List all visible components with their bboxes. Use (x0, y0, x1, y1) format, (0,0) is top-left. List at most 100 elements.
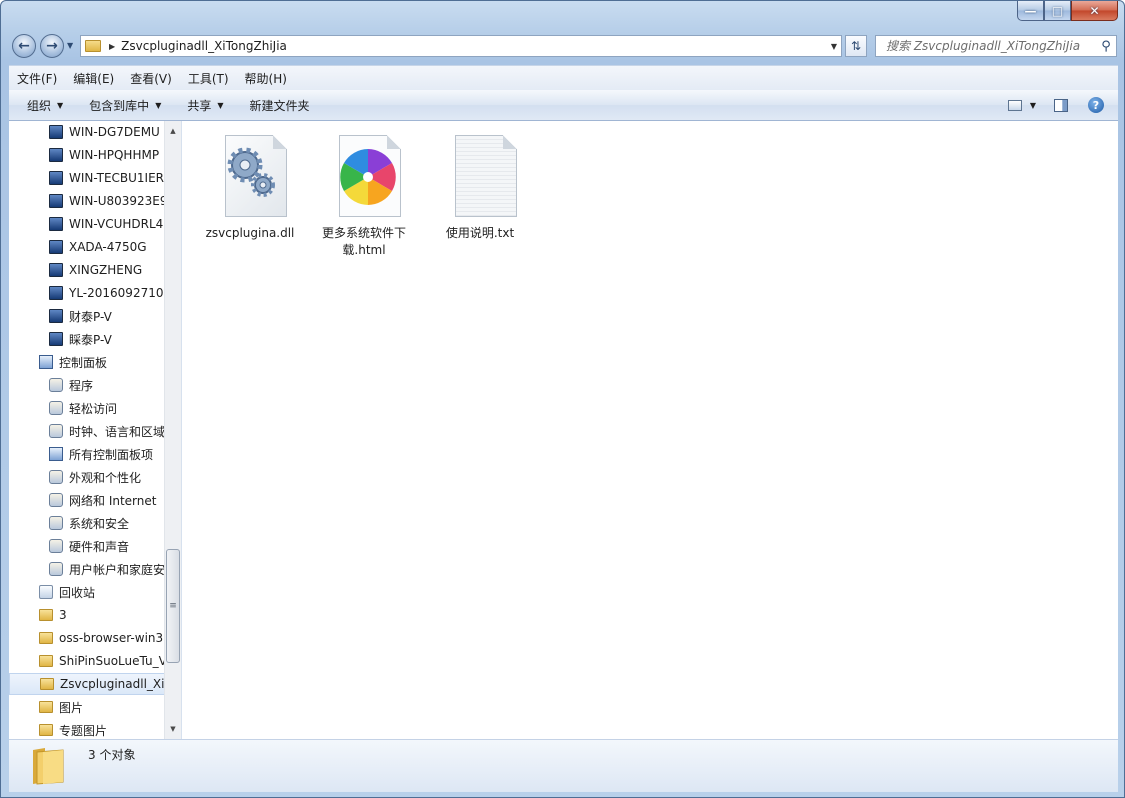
tree-item-caitai-p-v[interactable]: 财泰P-V (49, 305, 181, 327)
control-panel-icon (39, 355, 53, 369)
tree-item-pictures[interactable]: 图片 (39, 696, 181, 718)
refresh-button[interactable]: ⇅ (845, 35, 867, 57)
address-dropdown-icon[interactable]: ▼ (831, 42, 837, 51)
folder-icon (39, 632, 53, 644)
tree-item-ease-of-access[interactable]: 轻松访问 (49, 397, 181, 419)
include-in-library-button[interactable]: 包含到库中 ▼ (81, 97, 169, 114)
tree-item-network-internet[interactable]: 网络和 Internet (49, 489, 181, 511)
tree-item-win-u803923e9[interactable]: WIN-U803923E9 (49, 190, 181, 212)
tree-item-label: oss-browser-win3 (59, 631, 164, 645)
nav-pane-scrollbar[interactable]: ▲ ≡ ▼ (164, 121, 181, 739)
tree-item-zsvcpluginadll[interactable]: Zsvcpluginadll_XiT (9, 673, 167, 695)
file-item-txt[interactable]: 使用说明.txt (432, 129, 528, 242)
scrollbar-thumb[interactable]: ≡ (166, 549, 180, 663)
recycle-bin-icon (39, 585, 53, 599)
help-icon[interactable]: ? (1088, 97, 1104, 113)
minimize-button[interactable]: — (1017, 1, 1044, 21)
computer-icon (49, 286, 63, 300)
tree-item-appearance[interactable]: 外观和个性化 (49, 466, 181, 488)
folder-icon (39, 724, 53, 736)
folder-icon (40, 678, 54, 690)
back-button[interactable]: ← (12, 34, 36, 58)
maximize-button[interactable]: □ (1044, 1, 1071, 21)
address-path[interactable]: Zsvcpluginadll_XiTongZhiJia (121, 39, 287, 53)
search-box[interactable]: ⚲ (875, 35, 1117, 57)
computer-icon (49, 263, 63, 277)
share-button[interactable]: 共享 ▼ (179, 97, 231, 114)
tree-item-programs[interactable]: 程序 (49, 374, 181, 396)
breadcrumb-chevron-icon[interactable]: ▶ (109, 42, 115, 51)
computer-icon (49, 309, 63, 323)
folder-icon (33, 748, 64, 785)
organize-button[interactable]: 组织 ▼ (19, 97, 71, 114)
scroll-up-arrow-icon[interactable]: ▲ (165, 123, 181, 139)
tree-item-shipinsuoluetu[interactable]: ShiPinSuoLueTu_V (39, 650, 181, 672)
tree-item-label: 睬泰P-V (69, 332, 112, 347)
tree-item-user-accounts[interactable]: 用户帐户和家庭安 (49, 558, 181, 580)
scroll-down-arrow-icon[interactable]: ▼ (165, 721, 181, 737)
chevron-down-icon: ▼ (57, 100, 64, 110)
tree-item-label: WIN-TECBU1IER (69, 171, 165, 185)
tree-item-label: 系统和安全 (69, 516, 130, 531)
tree-item-folder-3[interactable]: 3 (39, 604, 181, 626)
new-folder-button[interactable]: 新建文件夹 (242, 97, 318, 114)
search-input[interactable] (884, 38, 1096, 54)
chevron-down-icon: ▼ (155, 100, 162, 110)
menu-bar: 文件(F) 编辑(E) 查看(V) 工具(T) 帮助(H) (9, 65, 1118, 90)
tree-item-system-security[interactable]: 系统和安全 (49, 512, 181, 534)
hardware-icon (49, 539, 63, 553)
arrow-right-icon: → (46, 38, 58, 54)
close-icon: ✕ (1089, 3, 1100, 18)
tree-item-topic-pictures[interactable]: 专题图片 (39, 719, 181, 739)
folder-icon (39, 655, 53, 667)
tree-item-label: 财泰P-V (69, 309, 112, 324)
tree-item-oss-browser[interactable]: oss-browser-win3 (39, 627, 181, 649)
recent-pages-dropdown[interactable]: ▼ (67, 41, 73, 50)
tree-item-label: 网络和 Internet (69, 493, 157, 508)
tree-item-yl-20160927102[interactable]: YL-20160927102 (49, 282, 181, 304)
tree-item-win-hpqhhmp[interactable]: WIN-HPQHHMP (49, 144, 181, 166)
chevron-down-icon: ▼ (217, 100, 224, 110)
menu-view[interactable]: 查看(V) (122, 70, 180, 87)
tree-item-win-dg7demu[interactable]: WIN-DG7DEMU (49, 121, 181, 143)
explorer-window: — □ ✕ ← → ▼ ▶ Zsvcpluginadll_XiTongZhiJi… (0, 0, 1125, 798)
forward-button[interactable]: → (40, 34, 64, 58)
file-item-dll[interactable]: zsvcplugina.dll (202, 129, 298, 242)
tree-item-win-tecbu1ier[interactable]: WIN-TECBU1IER (49, 167, 181, 189)
menu-help[interactable]: 帮助(H) (237, 70, 295, 87)
preview-pane-icon[interactable] (1054, 98, 1068, 112)
organize-label: 组织 (27, 98, 52, 113)
change-view-icon[interactable] (1007, 99, 1022, 111)
menu-file[interactable]: 文件(F) (9, 70, 65, 87)
tree-item-all-control-panel-items[interactable]: 所有控制面板项 (49, 443, 181, 465)
tree-item-clock-language-region[interactable]: 时钟、语言和区域 (49, 420, 181, 442)
tree-item-xada-4750g[interactable]: XADA-4750G (49, 236, 181, 258)
tree-item-recycle-bin[interactable]: 回收站 (39, 581, 181, 603)
file-name: 使用说明.txt (445, 226, 515, 240)
clock-language-icon (49, 424, 63, 438)
tree-item-win-vcuhdrl4[interactable]: WIN-VCUHDRL4 (49, 213, 181, 235)
tree-item-xingzheng[interactable]: XINGZHENG (49, 259, 181, 281)
network-icon (49, 493, 63, 507)
file-list-pane[interactable]: zsvcplugina.dll 更多系统软件下 载.html 使用说明.txt (182, 121, 1118, 739)
details-pane: 3 个对象 (9, 739, 1118, 792)
tree-item-caitai2-p-v[interactable]: 睬泰P-V (49, 328, 181, 350)
tree-item-label: WIN-HPQHHMP (69, 148, 160, 162)
view-dropdown-icon[interactable]: ▼ (1030, 101, 1036, 110)
tree-item-control-panel[interactable]: 控制面板 (39, 351, 181, 373)
file-item-html[interactable]: 更多系统软件下 载.html (316, 129, 412, 259)
menu-edit[interactable]: 编辑(E) (65, 70, 122, 87)
tree-item-label: Zsvcpluginadll_XiT (60, 677, 167, 691)
tree-item-hardware-sound[interactable]: 硬件和声音 (49, 535, 181, 557)
menu-tools[interactable]: 工具(T) (180, 70, 237, 87)
tree-item-label: 时钟、语言和区域 (69, 424, 166, 439)
include-in-library-label: 包含到库中 (89, 98, 150, 113)
appearance-icon (49, 470, 63, 484)
folder-icon (39, 701, 53, 713)
computer-icon (49, 171, 63, 185)
search-icon[interactable]: ⚲ (1096, 39, 1116, 54)
close-button[interactable]: ✕ (1071, 1, 1118, 21)
dll-gears-icon (215, 129, 287, 221)
browser-pinwheel-icon (329, 129, 401, 221)
address-bar[interactable]: ▶ Zsvcpluginadll_XiTongZhiJia ▼ (80, 35, 842, 57)
